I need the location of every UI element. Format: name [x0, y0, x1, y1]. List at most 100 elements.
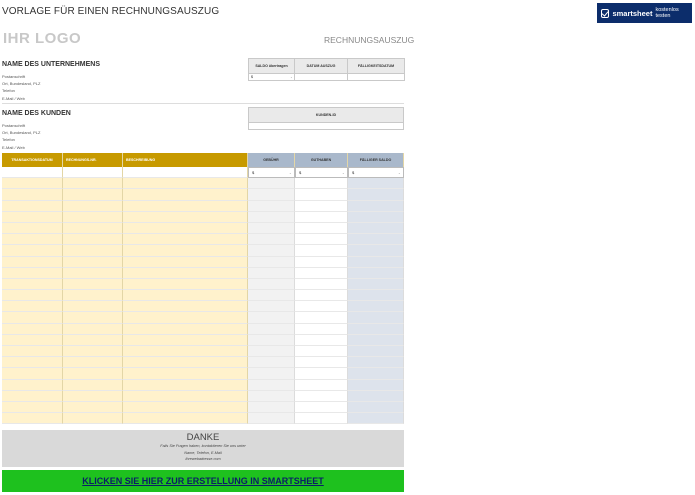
- ledger-cell[interactable]: [248, 368, 295, 380]
- ledger-cell[interactable]: [295, 267, 348, 279]
- ledger-cell[interactable]: [2, 401, 63, 414]
- ledger-cell[interactable]: [348, 234, 404, 246]
- ledger-cell[interactable]: [295, 178, 348, 190]
- ledger-cell[interactable]: [123, 401, 248, 414]
- ledger-cell[interactable]: [123, 323, 248, 335]
- summary-statement-date-value[interactable]: [294, 73, 348, 81]
- ledger-cell[interactable]: [63, 413, 123, 425]
- ledger-cell[interactable]: [2, 222, 63, 235]
- ledger-cell[interactable]: [123, 312, 248, 324]
- ledger-cell[interactable]: [348, 357, 404, 369]
- ledger-cell[interactable]: [123, 357, 248, 369]
- ledger-cell[interactable]: [123, 290, 248, 302]
- ledger-cell[interactable]: [348, 390, 404, 402]
- ledger-cell[interactable]: [295, 301, 348, 313]
- ledger-cell[interactable]: [63, 334, 123, 346]
- ledger-cell[interactable]: [295, 278, 348, 291]
- ledger-cell[interactable]: [348, 245, 404, 257]
- ledger-cell[interactable]: [123, 178, 248, 190]
- ledger-cell[interactable]: [348, 301, 404, 313]
- ledger-cell[interactable]: [63, 200, 123, 212]
- ledger-cell[interactable]: [123, 301, 248, 313]
- ledger-cell[interactable]: [348, 346, 404, 358]
- ledger-cell[interactable]: [123, 256, 248, 268]
- ledger-cell[interactable]: [2, 379, 63, 391]
- ledger-cell[interactable]: [2, 211, 63, 223]
- ledger-cell[interactable]: [2, 357, 63, 369]
- ledger-cell[interactable]: [2, 200, 63, 212]
- ledger-cell[interactable]: [123, 245, 248, 257]
- ledger-cell[interactable]: [63, 167, 123, 179]
- ledger-cell[interactable]: [63, 267, 123, 279]
- ledger-cell[interactable]: [63, 323, 123, 335]
- ledger-cell[interactable]: [123, 211, 248, 223]
- ledger-cell[interactable]: [248, 256, 295, 268]
- ledger-cell[interactable]: [2, 334, 63, 346]
- create-in-smartsheet-banner[interactable]: KLICKEN SIE HIER ZUR ERSTELLUNG IN SMART…: [2, 470, 404, 492]
- ledger-cell[interactable]: [248, 334, 295, 346]
- ledger-cell[interactable]: [63, 390, 123, 402]
- ledger-cell[interactable]: [2, 256, 63, 268]
- ledger-cell[interactable]: [348, 413, 404, 425]
- ledger-cell[interactable]: [248, 222, 295, 235]
- ledger-cell[interactable]: [295, 390, 348, 402]
- ledger-cell[interactable]: [2, 178, 63, 190]
- ledger-cell[interactable]: [63, 178, 123, 190]
- ledger-cell[interactable]: [295, 357, 348, 369]
- ledger-cell[interactable]: [63, 189, 123, 201]
- ledger-cell[interactable]: [63, 401, 123, 414]
- ledger-cell[interactable]: [348, 323, 404, 335]
- ledger-cell[interactable]: [348, 290, 404, 302]
- ledger-cell[interactable]: [123, 267, 248, 279]
- ledger-cell[interactable]: [2, 346, 63, 358]
- ledger-cell[interactable]: [248, 346, 295, 358]
- ledger-cell[interactable]: [295, 379, 348, 391]
- ledger-cell[interactable]: [2, 390, 63, 402]
- ledger-cell[interactable]: [63, 312, 123, 324]
- ledger-cell[interactable]: [123, 390, 248, 402]
- ledger-cell[interactable]: [248, 401, 295, 414]
- ledger-cell[interactable]: [348, 334, 404, 346]
- ledger-cell[interactable]: [2, 267, 63, 279]
- ledger-cell[interactable]: [295, 290, 348, 302]
- ledger-cell[interactable]: [63, 346, 123, 358]
- ledger-cell[interactable]: [2, 290, 63, 302]
- ledger-cell[interactable]: [248, 234, 295, 246]
- ledger-cell[interactable]: [123, 167, 248, 179]
- ledger-cell[interactable]: [348, 401, 404, 414]
- ledger-cell[interactable]: [2, 323, 63, 335]
- ledger-cell[interactable]: [63, 379, 123, 391]
- ledger-credit-total[interactable]: $ -: [295, 167, 348, 179]
- ledger-cell[interactable]: [248, 357, 295, 369]
- ledger-cell[interactable]: [123, 200, 248, 212]
- ledger-cell[interactable]: [2, 413, 63, 425]
- ledger-cell[interactable]: [295, 413, 348, 425]
- ledger-cell[interactable]: [295, 245, 348, 257]
- ledger-fee-total[interactable]: $ -: [248, 167, 295, 179]
- ledger-cell[interactable]: [348, 256, 404, 268]
- ledger-cell[interactable]: [248, 178, 295, 190]
- ledger-cell[interactable]: [63, 234, 123, 246]
- ledger-cell[interactable]: [123, 368, 248, 380]
- ledger-cell[interactable]: [248, 323, 295, 335]
- ledger-cell[interactable]: [248, 312, 295, 324]
- ledger-cell[interactable]: [295, 346, 348, 358]
- create-in-smartsheet-link[interactable]: KLICKEN SIE HIER ZUR ERSTELLUNG IN SMART…: [82, 476, 324, 486]
- ledger-cell[interactable]: [123, 278, 248, 291]
- ledger-cell[interactable]: [348, 267, 404, 279]
- ledger-cell[interactable]: [248, 245, 295, 257]
- ledger-cell[interactable]: [348, 211, 404, 223]
- ledger-cell[interactable]: [2, 312, 63, 324]
- ledger-cell[interactable]: [123, 189, 248, 201]
- ledger-cell[interactable]: [348, 312, 404, 324]
- ledger-cell[interactable]: [248, 189, 295, 201]
- ledger-cell[interactable]: [63, 222, 123, 235]
- summary-due-date-value[interactable]: [347, 73, 405, 81]
- ledger-cell[interactable]: [123, 346, 248, 358]
- ledger-cell[interactable]: [63, 278, 123, 291]
- ledger-cell[interactable]: [348, 200, 404, 212]
- ledger-cell[interactable]: [2, 245, 63, 257]
- ledger-cell[interactable]: [248, 390, 295, 402]
- ledger-cell[interactable]: [295, 312, 348, 324]
- ledger-cell[interactable]: [248, 413, 295, 425]
